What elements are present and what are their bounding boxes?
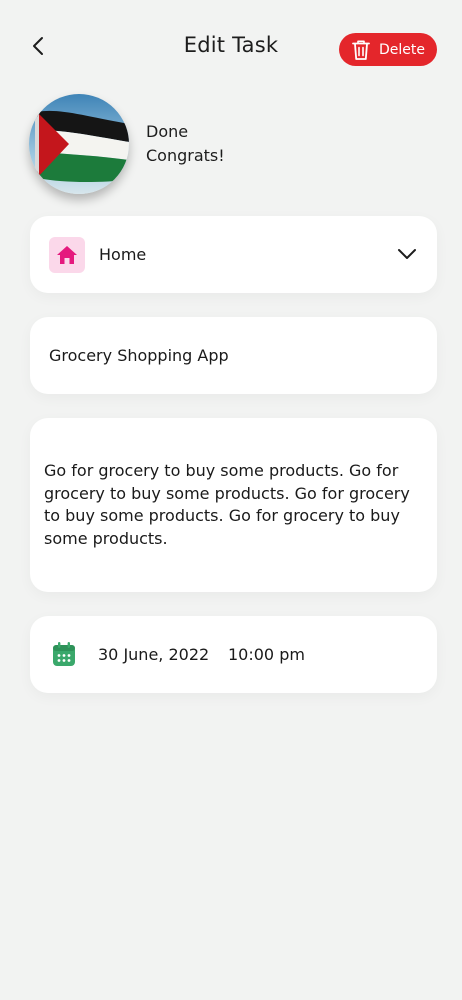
home-icon bbox=[57, 246, 77, 264]
palestine-flag-image bbox=[29, 94, 129, 194]
task-title: Grocery Shopping App bbox=[49, 346, 229, 365]
category-label: Home bbox=[99, 245, 147, 264]
status-line-congrats: Congrats! bbox=[146, 146, 225, 165]
avatar[interactable] bbox=[29, 94, 129, 194]
delete-button[interactable]: Delete bbox=[339, 33, 437, 66]
category-select[interactable]: Home bbox=[30, 216, 437, 293]
status-line-done: Done bbox=[146, 122, 189, 141]
calendar-icon bbox=[53, 642, 75, 666]
task-time: 10:00 pm bbox=[228, 645, 305, 664]
chevron-down-icon[interactable] bbox=[396, 244, 418, 264]
task-date: 30 June, 2022 bbox=[98, 645, 210, 664]
date-time-field[interactable]: 30 June, 2022 10:00 pm bbox=[30, 616, 437, 693]
task-status: Done Congrats! bbox=[146, 120, 225, 168]
delete-label: Delete bbox=[379, 41, 425, 58]
task-description-field[interactable]: Go for grocery to buy some products. Go … bbox=[30, 418, 437, 592]
task-description: Go for grocery to buy some products. Go … bbox=[44, 461, 410, 548]
category-icon-box bbox=[49, 237, 85, 273]
trash-icon bbox=[351, 39, 371, 61]
task-title-field[interactable]: Grocery Shopping App bbox=[30, 317, 437, 394]
header: Edit Task Delete bbox=[0, 0, 462, 96]
